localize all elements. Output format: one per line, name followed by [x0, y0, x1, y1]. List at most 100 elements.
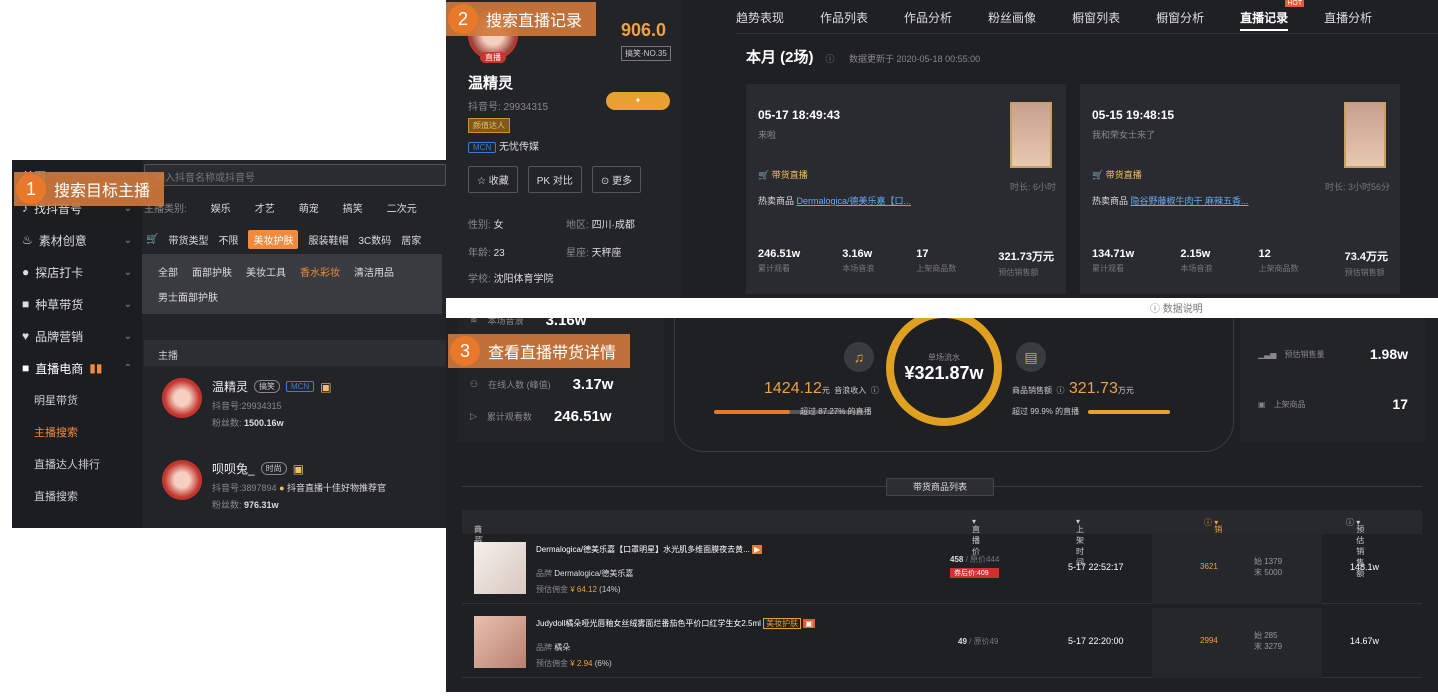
sort-price[interactable]: 直播价 ▾	[972, 517, 980, 556]
filter-option[interactable]: 萌宠	[299, 200, 319, 215]
profile-tabs: 趋势表现 作品列表 作品分析 粉丝画像 橱窗列表 橱窗分析 直播记录 HOT 直播…	[736, 0, 1438, 34]
chevron-up-icon: ⌃	[123, 362, 132, 374]
shelf-time: 5-17 22:52:17	[1068, 562, 1124, 572]
live-card[interactable]: 05-15 19:48:15 我和荣女士来了 🛒 带货直播 时长: 3小时56分…	[1080, 84, 1400, 294]
gender-info: 性别: 女	[468, 220, 504, 231]
filter-option[interactable]: 居家	[401, 232, 421, 247]
sidebar-item-brand[interactable]: ♥ 品牌营销 ⌄	[12, 320, 142, 352]
tab-live-record[interactable]: 直播记录	[1240, 11, 1289, 31]
stat-item: 2.15w 本场音浪	[1180, 248, 1213, 273]
dropdown-option[interactable]: 清洁用品	[354, 264, 394, 279]
sidebar-sub-live-search[interactable]: 直播搜索	[12, 480, 142, 512]
sort-trend[interactable]: ⓘ 销量变化情况▾	[1204, 517, 1222, 589]
mcn-badge: MCN	[286, 381, 315, 392]
product-title[interactable]: Dermalogica/德美乐嘉【口罩明星】水光肌多维面膜夜去黄...	[536, 545, 750, 554]
dropdown-option[interactable]: 男士面部护肤	[158, 289, 218, 304]
filter-option[interactable]: 不限	[218, 232, 238, 247]
filter-option[interactable]: 服装鞋帽	[308, 232, 348, 247]
update-note: ⓘ 数据更新于 2020-05-18 00:55:00	[825, 54, 981, 64]
medal-icon: ✦	[606, 92, 670, 110]
data-note[interactable]: ⓘ 数据说明	[1150, 300, 1203, 315]
rank-badge: 搞笑·NO.35	[621, 46, 671, 61]
sidebar-item-live-ecom[interactable]: ■ 直播电商 ▮▮ ⌃	[12, 352, 142, 384]
dropdown-option[interactable]: 美妆工具	[246, 264, 286, 279]
tab-fans[interactable]: 粉丝画像	[988, 9, 1036, 33]
income-rank: 超过 87.27% 的直播	[800, 407, 872, 416]
filter-option-selected[interactable]: 美妆护肤	[248, 230, 299, 249]
cart-icon: 🛒	[146, 234, 159, 245]
mcn-name: 无忧传媒	[499, 142, 539, 153]
tab-window-list[interactable]: 橱窗列表	[1072, 9, 1120, 33]
price-cell: 458 / 原价444 券后价:409	[950, 555, 1000, 578]
stat-item: 73.4万元 预估销售额	[1344, 251, 1388, 277]
anchor-name[interactable]: 呗呗兔_	[212, 460, 255, 477]
sidebar-item-seeding[interactable]: ■ 种草带货 ⌄	[12, 288, 142, 320]
filter-option[interactable]: 3C数码	[358, 232, 391, 247]
commission: ¥ 2.94	[570, 659, 593, 668]
search-input[interactable]: 输入抖音名称或抖音号	[144, 164, 446, 186]
shelf-time: 5-17 22:20:00	[1068, 636, 1124, 646]
sales-amount: 14.67w	[1350, 636, 1380, 646]
hot-goods-link[interactable]: 隐谷野藤椒牛肉干 麻辣五香...	[1131, 196, 1249, 206]
school-info: 学校: 沈阳体育学院	[468, 274, 554, 285]
tab-window-analysis[interactable]: 橱窗分析	[1156, 9, 1204, 33]
chevron-down-icon: ⌄	[123, 298, 132, 310]
profile-actions: ☆ 收藏 PK 对比 ⊙ 更多	[468, 166, 642, 193]
sidebar-sub-rank[interactable]: 直播达人排行	[12, 448, 142, 480]
sidebar-sub-anchor-search[interactable]: 主播搜索	[12, 416, 142, 448]
sidebar-item-store-visit[interactable]: ● 探店打卡 ⌄	[12, 256, 142, 288]
income-value: 1424.12元 音浪收入 ⓘ	[764, 380, 879, 397]
dropdown-option[interactable]: 面部护肤	[192, 264, 232, 279]
button-label: 收藏	[488, 176, 509, 187]
live-tag: 🛒 带货直播	[758, 170, 808, 180]
tab-works[interactable]: 作品列表	[820, 9, 868, 33]
sort-time[interactable]: 上架时间 ▾	[1076, 517, 1084, 567]
filter-option[interactable]: 二次元	[387, 200, 417, 215]
live-icon: ▶	[752, 545, 763, 554]
profile-card: 直播 906.0 搞笑·NO.35 温精灵 抖音号: 29934315 ✦ 颜值…	[446, 0, 682, 298]
filter-option[interactable]: 娱乐	[211, 200, 231, 215]
sales-amount: 148.1w	[1350, 562, 1380, 572]
sales-value: 商品销售额 ⓘ 321.73万元	[1012, 380, 1134, 397]
anchor-name[interactable]: 温精灵	[212, 378, 248, 395]
sidebar-sub-star[interactable]: 明星带货	[12, 384, 142, 416]
tab-live-analysis[interactable]: 直播分析	[1324, 9, 1372, 33]
category-badge: 搞笑	[254, 380, 281, 393]
hot-goods-link[interactable]: Dermalogica/德美乐嘉【口...	[797, 196, 912, 206]
heart-icon: ♥	[22, 329, 30, 343]
fans-label: 粉丝数:	[212, 418, 242, 428]
star-sign-info: 星座: 天秤座	[566, 248, 622, 259]
tab-trend[interactable]: 趋势表现	[736, 9, 784, 33]
product-title[interactable]: Judydoll橘朵哑光唇釉女丝绒雾面烂番茄色平价口红学生女2.5ml	[536, 619, 761, 628]
mcn-line: MCN 无忧传媒	[468, 138, 539, 153]
filter-label: 带货类型	[168, 236, 209, 247]
filter-option[interactable]: 才艺	[255, 200, 275, 215]
user-icon: ⚇	[470, 379, 479, 389]
favorite-button[interactable]: ☆ 收藏	[468, 166, 518, 193]
pk-compare-button[interactable]: PK 对比	[527, 166, 582, 193]
anchor-title: 抖音直播十佳好物推荐官	[287, 483, 387, 493]
product-image	[474, 542, 526, 594]
table-row[interactable]: Judydoll橘朵哑光唇釉女丝绒雾面烂番茄色平价口红学生女2.5ml 美妆护肤…	[462, 608, 1422, 678]
table-row[interactable]: Dermalogica/德美乐嘉【口罩明星】水光肌多维面膜夜去黄... ▶ 品牌…	[462, 534, 1422, 604]
table-row[interactable]: 温精灵 搞笑 MCN ▣ 抖音号:29934315 粉丝数: 1500.16w	[162, 378, 332, 429]
more-button[interactable]: ⊙ 更多	[591, 166, 642, 193]
live-time: 05-17 18:49:43	[758, 108, 841, 122]
filter-option[interactable]: 搞笑	[343, 200, 363, 215]
profile-name: 温精灵	[468, 75, 514, 92]
category-badge: 时尚	[260, 462, 287, 475]
coupon-badge: 券后价:409	[950, 568, 1000, 578]
bar-chart-icon: ▮▮	[89, 361, 103, 375]
tab-works-analysis[interactable]: 作品分析	[904, 9, 952, 33]
stat-item: 3.16w 本场音浪	[842, 248, 875, 273]
shop-icon: ▤	[1016, 342, 1046, 372]
dropdown-option[interactable]: 全部	[158, 264, 178, 279]
dropdown-option-active[interactable]: 香水彩妆	[300, 264, 340, 279]
table-row[interactable]: 呗呗兔_ 时尚 ▣ 抖音号:3897894 ● 抖音直播十佳好物推荐官 粉丝数: 9…	[162, 460, 386, 511]
tab-live-record-wrap: 直播记录 HOT	[1240, 0, 1305, 33]
live-card[interactable]: 05-17 18:49:43 来啦 🛒 带货直播 时长: 6小时 热卖商品 De…	[746, 84, 1066, 294]
sort-sales[interactable]: ⓘ 预估销售额 ▾	[1346, 517, 1364, 578]
live-time: 05-15 19:48:15	[1092, 108, 1175, 122]
sidebar-item-material[interactable]: ♨ 素材创意 ⌄	[12, 224, 142, 256]
stat-item: 246.51w 累计观看	[758, 248, 801, 273]
